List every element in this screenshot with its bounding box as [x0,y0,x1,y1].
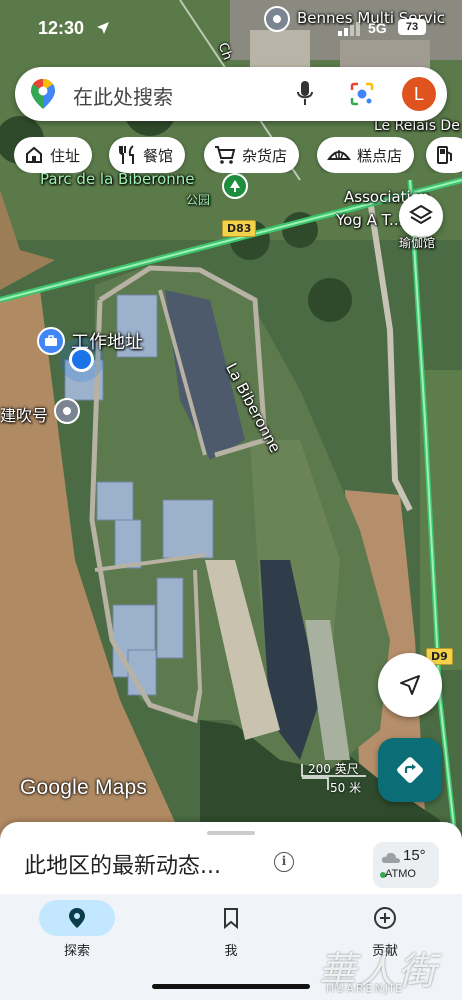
status-bar: 12:30 5G 73 [0,0,462,60]
add-circle-icon [374,907,396,929]
weather-temp: 15° [403,847,426,864]
nav-explore-label: 探索 [63,944,90,959]
scale-feet-label: 200 英尺 [308,762,359,776]
sheet-drag-handle[interactable] [207,831,255,835]
map-scale: 200 英尺 50 米 [300,760,368,795]
my-location-button[interactable] [378,653,442,717]
category-chips: 住址 餐馆 杂货店 糕点店 [14,137,462,173]
google-maps-logo: Google Maps [20,776,148,799]
pastry-icon [327,150,351,160]
layers-button[interactable] [399,194,443,238]
nav-me-label: 我 [224,944,238,959]
navigation-arrow-icon [400,675,420,695]
chip-grocery[interactable]: 杂货店 [204,137,300,173]
restaurant-icon [119,145,134,164]
bookmark-icon [224,908,238,929]
watermark: 華人街 HUARENJIE [318,940,458,1000]
road-badge-d83: D83 [222,220,257,237]
google-lens-icon[interactable] [349,81,375,107]
home-indicator [152,984,310,989]
network-type: 5G [368,20,387,36]
chip-grocery-label: 杂货店 [242,146,288,165]
chip-restaurant-label: 餐馆 [143,146,174,165]
nav-explore[interactable]: 探索 [27,900,127,959]
work-marker-icon[interactable] [37,327,65,355]
info-icon[interactable]: i [274,852,294,872]
watermark-english: HUARENJIE [326,982,405,995]
directions-icon [397,757,423,783]
yoga-type-label: 瑜伽馆 [399,236,436,250]
home-icon [26,146,42,163]
chip-gas[interactable] [426,137,462,173]
cart-icon [215,146,236,164]
scale-meters-label: 50 米 [330,781,362,795]
search-bar[interactable]: 在此处搜索 L [15,67,447,121]
layers-icon [409,204,433,225]
chip-pastry[interactable]: 糕点店 [317,137,415,173]
signal-strength-icon [338,22,360,36]
sheet-title[interactable]: 此地区的最新动态... [24,848,221,880]
microphone-icon[interactable] [295,79,315,109]
location-arrow-icon [97,22,109,34]
weather-widget[interactable]: 15° ATMO [373,842,439,888]
poi-label-association-2[interactable]: Yog A T... [336,211,403,229]
nav-me[interactable]: 我 [181,900,281,959]
cloud-icon [381,852,400,863]
directions-button[interactable] [378,738,442,802]
bottom-sheet[interactable]: 此地区的最新动态... i 15° ATMO [0,822,462,902]
chip-pastry-label: 糕点店 [357,146,403,165]
chip-restaurant[interactable]: 餐馆 [109,137,186,173]
poi-marker-blow[interactable] [54,398,80,424]
chip-home-label: 住址 [50,146,81,165]
battery-icon: 73 [398,19,426,35]
google-maps-pin-icon [31,79,55,109]
poi-label-blow[interactable]: 建吹号 [0,402,48,426]
gas-icon [437,146,452,164]
current-location-dot [69,347,94,372]
explore-pin-icon [69,908,85,928]
air-quality-label: ATMO [385,868,416,880]
park-marker-icon[interactable] [222,173,248,199]
account-avatar[interactable]: L [402,77,436,111]
chip-home[interactable]: 住址 [14,137,93,173]
status-time: 12:30 [38,18,85,38]
search-input[interactable]: 在此处搜索 [73,81,173,110]
poi-type-park: 公园 [186,193,211,207]
